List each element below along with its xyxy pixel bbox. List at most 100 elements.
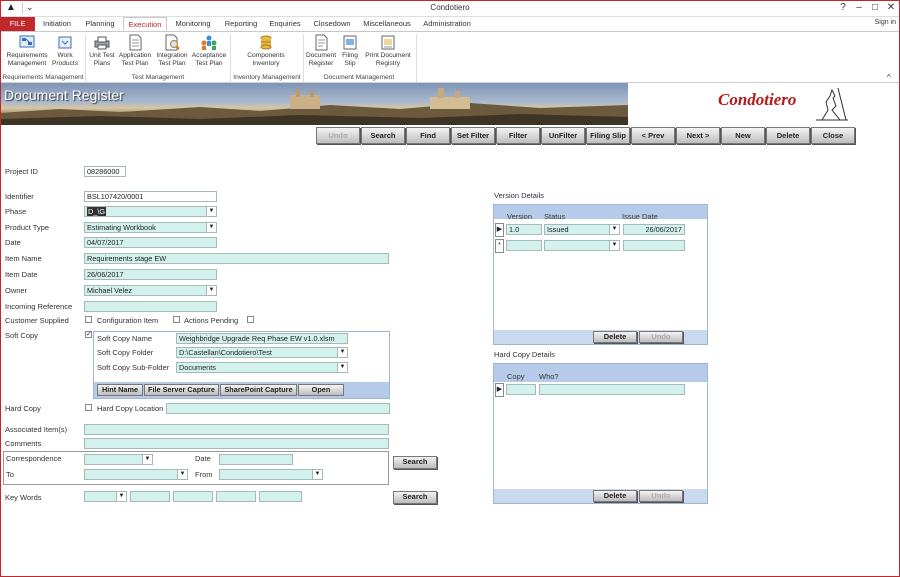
close-button[interactable]: Close: [811, 127, 855, 144]
identifier-field[interactable]: BSL107420/0001: [84, 191, 217, 202]
set-filter-button[interactable]: Set Filter: [451, 127, 495, 144]
version-cell[interactable]: 1.0: [506, 224, 542, 235]
project-id-field[interactable]: 08286000: [84, 166, 126, 177]
filter-button[interactable]: Filter: [496, 127, 540, 144]
correspondence-select[interactable]: ▼: [84, 454, 153, 465]
chevron-down-icon[interactable]: ▼: [206, 223, 216, 232]
keyword-select[interactable]: ▼: [84, 491, 127, 502]
print-document-registry-button[interactable]: Print Document Registry: [362, 34, 414, 68]
collapse-ribbon-icon[interactable]: ^: [887, 73, 891, 82]
date-field[interactable]: 04/07/2017: [84, 237, 217, 248]
tab-file[interactable]: FILE: [0, 17, 35, 31]
unfilter-button[interactable]: UnFilter: [541, 127, 585, 144]
keyword-field-1[interactable]: [130, 491, 170, 502]
actions-pending-checkbox[interactable]: [247, 316, 254, 323]
comments-field[interactable]: [84, 438, 389, 449]
chevron-down-icon[interactable]: ▼: [609, 241, 619, 250]
to-select[interactable]: ▼: [84, 469, 188, 480]
row-selector-current[interactable]: ▶: [495, 223, 504, 237]
search-button[interactable]: Search: [361, 127, 405, 144]
row-selector-current[interactable]: ▶: [495, 383, 504, 397]
soft-copy-sub-folder-select[interactable]: Documents ▼: [176, 362, 348, 373]
file-server-capture-button[interactable]: File Server Capture: [144, 384, 219, 396]
filing-slip-toolbar-button[interactable]: Filing Slip: [586, 127, 630, 144]
incoming-reference-field[interactable]: [84, 301, 217, 312]
hard-copy-undo-button[interactable]: Undo: [639, 490, 683, 502]
open-button[interactable]: Open: [298, 384, 344, 396]
item-date-field[interactable]: 26/06/2017: [84, 269, 217, 280]
find-button[interactable]: Find: [406, 127, 450, 144]
work-products-button[interactable]: Work Products: [50, 34, 80, 68]
chevron-down-icon[interactable]: ▼: [312, 470, 322, 479]
issue-date-cell[interactable]: 26/06/2017: [623, 224, 685, 235]
tab-enquiries[interactable]: Enquiries: [266, 17, 304, 31]
new-button[interactable]: New: [721, 127, 765, 144]
new-version-cell[interactable]: [506, 240, 542, 251]
owner-select[interactable]: Michael Velez ▼: [84, 285, 217, 296]
tab-monitoring[interactable]: Monitoring: [170, 17, 216, 31]
help-button[interactable]: ?: [836, 2, 850, 13]
minimize-button[interactable]: –: [852, 2, 866, 13]
chevron-down-icon[interactable]: ▼: [609, 225, 619, 234]
sharepoint-capture-button[interactable]: SharePoint Capture: [220, 384, 297, 396]
sign-in-link[interactable]: Sign in: [875, 19, 896, 26]
item-name-field[interactable]: Requirements stage EW: [84, 253, 389, 264]
hard-copy-location-field[interactable]: [166, 403, 390, 414]
next-button[interactable]: Next >: [676, 127, 720, 144]
chevron-down-icon[interactable]: ▼: [337, 363, 347, 372]
associated-items-field[interactable]: [84, 424, 389, 435]
chevron-down-icon[interactable]: ▼: [177, 470, 187, 479]
keyword-field-4[interactable]: [259, 491, 302, 502]
customer-supplied-checkbox[interactable]: [85, 316, 92, 323]
status-select[interactable]: Issued ▼: [544, 224, 620, 235]
hard-copy-delete-button[interactable]: Delete: [593, 490, 637, 502]
tab-execution[interactable]: Execution: [123, 17, 167, 31]
new-issue-date-cell[interactable]: [623, 240, 685, 251]
tab-planning[interactable]: Planning: [81, 17, 119, 31]
integration-test-plan-button[interactable]: Integration Test Plan: [153, 34, 191, 68]
document-register-button[interactable]: Document Register: [304, 34, 338, 68]
tab-administration[interactable]: Administration: [418, 17, 476, 31]
product-type-select[interactable]: Estimating Workbook ▼: [84, 222, 217, 233]
ribbon-tabs: FILE Initiation Planning Execution Monit…: [0, 17, 900, 31]
tab-reporting[interactable]: Reporting: [220, 17, 262, 31]
chevron-down-icon[interactable]: ▼: [206, 286, 216, 295]
correspondence-search-button[interactable]: Search: [393, 456, 437, 469]
version-undo-button[interactable]: Undo: [639, 331, 683, 343]
acceptance-test-plan-button[interactable]: Acceptance Test Plan: [191, 34, 227, 68]
soft-copy-checkbox[interactable]: ✓: [85, 331, 92, 338]
components-inventory-button[interactable]: Components Inventory: [238, 34, 294, 68]
undo-button[interactable]: Undo: [316, 127, 360, 144]
keyword-field-3[interactable]: [216, 491, 256, 502]
new-status-select[interactable]: ▼: [544, 240, 620, 251]
row-selector-new[interactable]: *: [495, 239, 504, 253]
application-test-plan-button[interactable]: Application Test Plan: [117, 34, 153, 68]
filing-slip-button[interactable]: Filing Slip: [338, 34, 362, 68]
tab-initiation[interactable]: Initiation: [37, 17, 77, 31]
copy-cell[interactable]: [506, 384, 536, 395]
maximize-button[interactable]: □: [868, 2, 882, 13]
who-cell[interactable]: [539, 384, 685, 395]
prev-button[interactable]: < Prev: [631, 127, 675, 144]
chevron-down-icon[interactable]: ▼: [142, 455, 152, 464]
hard-copy-checkbox[interactable]: [85, 404, 92, 411]
configuration-item-checkbox[interactable]: [173, 316, 180, 323]
keyword-field-2[interactable]: [173, 491, 213, 502]
tab-closedown[interactable]: Closedown: [308, 17, 356, 31]
from-select[interactable]: ▼: [219, 469, 323, 480]
chevron-down-icon[interactable]: ▼: [337, 348, 347, 357]
tab-miscellaneous[interactable]: Miscellaneous: [360, 17, 414, 31]
requirements-management-button[interactable]: Requirements Management: [4, 34, 50, 68]
keywords-search-button[interactable]: Search: [393, 491, 437, 504]
delete-button[interactable]: Delete: [766, 127, 810, 144]
close-window-button[interactable]: ✕: [884, 2, 898, 13]
soft-copy-name-field[interactable]: Weighbridge Upgrade Req Phase EW v1.0.xl…: [176, 333, 348, 344]
hint-name-button[interactable]: Hint Name: [97, 384, 143, 396]
soft-copy-folder-select[interactable]: D:\Castellan\Condotiero\Test ▼: [176, 347, 348, 358]
unit-test-plans-button[interactable]: Unit Test Plans: [87, 34, 117, 68]
phase-select[interactable]: D_\G ▼: [84, 206, 217, 217]
chevron-down-icon[interactable]: ▼: [116, 492, 126, 501]
version-delete-button[interactable]: Delete: [593, 331, 637, 343]
chevron-down-icon[interactable]: ▼: [206, 207, 216, 216]
correspondence-date-field[interactable]: [219, 454, 293, 465]
